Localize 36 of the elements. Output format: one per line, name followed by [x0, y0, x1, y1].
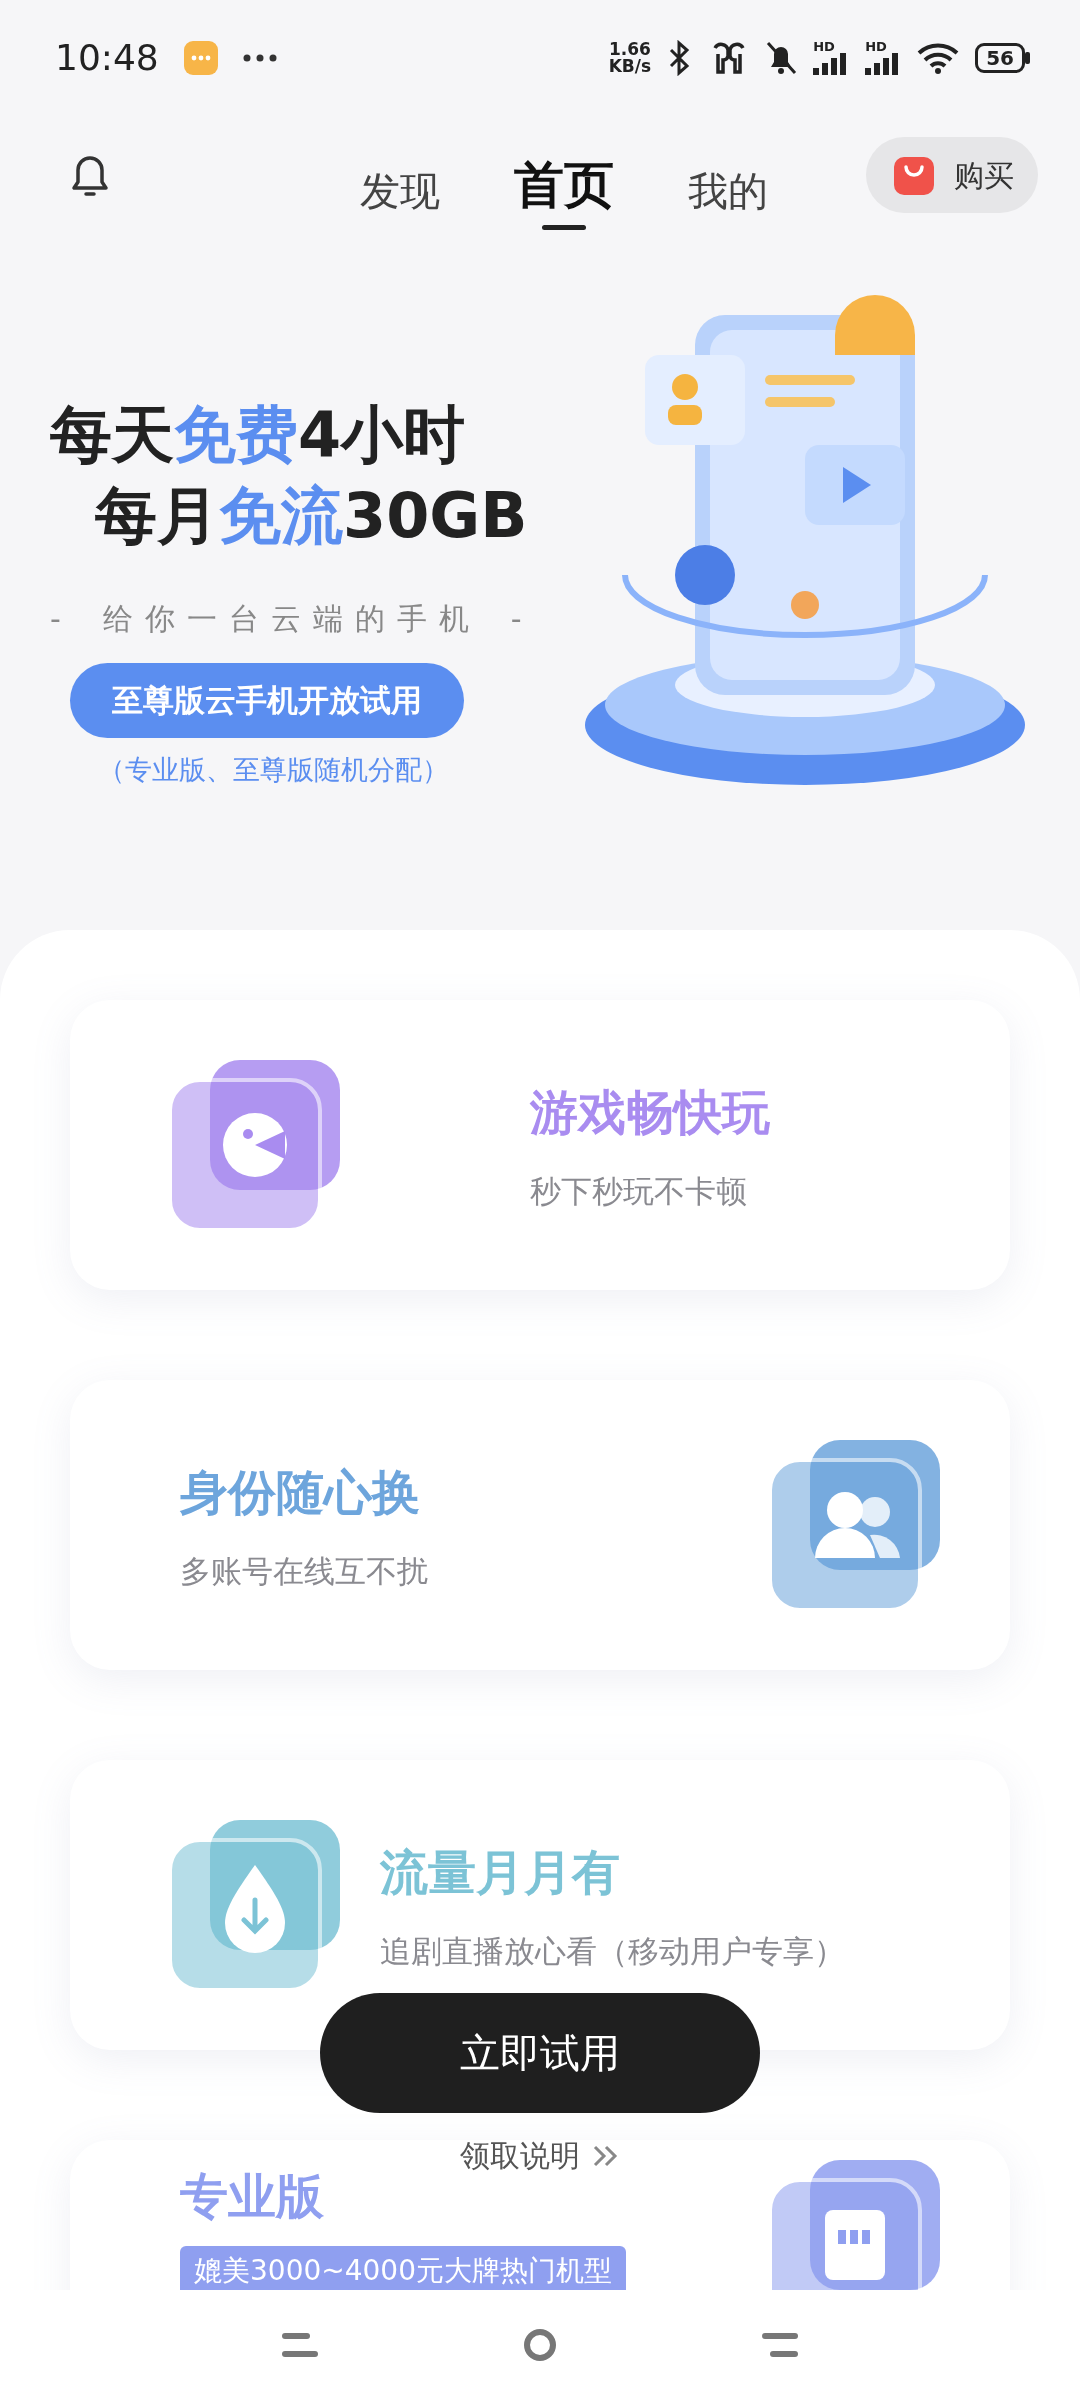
- nav-tab[interactable]: 首页: [489, 140, 639, 230]
- buy-button[interactable]: 购买: [866, 137, 1038, 213]
- battery-tip-icon: [1025, 51, 1030, 64]
- promo-note: （专业版、至尊版随机分配）: [98, 752, 449, 787]
- tagline: 给你一台云端的手机: [102, 600, 481, 639]
- message-icon: [182, 39, 219, 76]
- net-speed-value: 1.66: [608, 40, 652, 58]
- network-type-label: HD: [813, 40, 835, 53]
- feature-tag: 媲美3000~4000元大牌热门机型: [180, 2246, 626, 2290]
- menu-button[interactable]: [282, 2330, 318, 2360]
- dash-mark: -: [50, 600, 73, 639]
- wifi-icon: [917, 41, 960, 74]
- back-button[interactable]: [762, 2330, 798, 2360]
- network-type-label: HD: [865, 40, 887, 53]
- home-button[interactable]: [522, 2327, 558, 2363]
- feature-title: 流量月月有: [380, 1842, 621, 1902]
- headline: 每天免费4小时: [50, 397, 466, 473]
- nav-tab[interactable]: 我的: [663, 140, 793, 230]
- feature-title: 专业版: [180, 2167, 325, 2226]
- feature-title: 身份随心换: [180, 1462, 421, 1522]
- double-chevron-icon: [592, 2143, 620, 2168]
- promo-pill: 至尊版云手机开放试用: [70, 663, 464, 738]
- more-icon: [242, 53, 277, 62]
- feature-title: 游戏畅快玩: [530, 1082, 771, 1142]
- nav-tab[interactable]: 发现: [335, 140, 465, 230]
- try-now-button[interactable]: 立即试用: [320, 1993, 760, 2113]
- bell-muted-icon: [765, 39, 798, 76]
- feature-subtitle: 秒下秒玩不卡顿: [530, 1171, 748, 1211]
- net-speed-unit: KB/s: [608, 57, 652, 75]
- feature-subtitle: 多账号在线互不扰: [180, 1551, 429, 1591]
- status-time: 10:48: [55, 35, 159, 80]
- feature-subtitle: 追剧直播放心看（移动用户专享）: [380, 1931, 846, 1971]
- dash-mark: -: [510, 600, 534, 639]
- battery-level: 56: [975, 42, 1025, 73]
- headline: 每月免流30GB: [95, 477, 528, 554]
- info-link[interactable]: 领取说明: [454, 2132, 626, 2179]
